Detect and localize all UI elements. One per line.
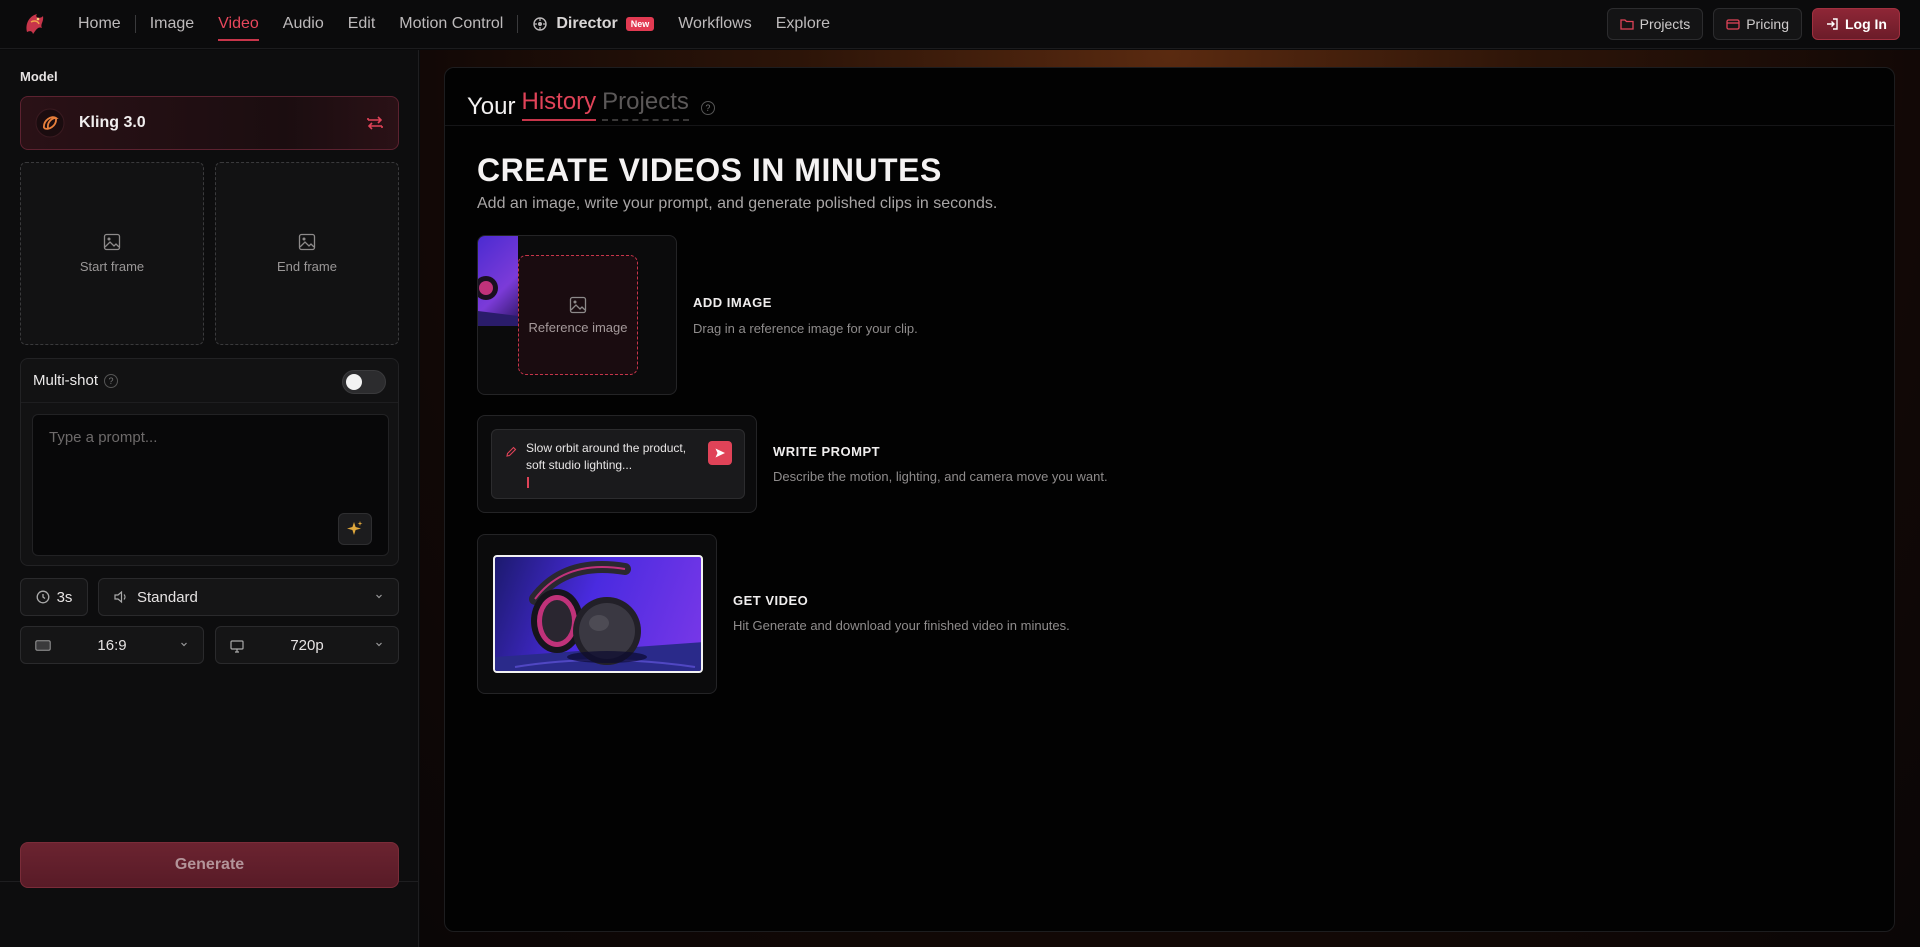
main-panel: Your History Projects ? CREATE VIDEOS IN… (444, 67, 1895, 932)
image-icon (298, 233, 316, 251)
write-prompt-step-card: Slow orbit around the product, soft stud… (477, 415, 757, 513)
nav-edit[interactable]: Edit (336, 0, 388, 49)
login-button-label: Log In (1845, 16, 1887, 32)
video-preview[interactable] (493, 555, 703, 673)
write-prompt-title: WRITE PROMPT (773, 444, 881, 459)
model-name: Kling 3.0 (79, 114, 146, 131)
login-button[interactable]: Log In (1812, 8, 1900, 40)
swap-model-icon[interactable] (364, 112, 386, 134)
top-actions: Projects Pricing Log In (1606, 8, 1900, 40)
example-prompt-text: Slow orbit around the product, soft stud… (526, 440, 686, 488)
speaker-icon (113, 590, 128, 604)
send-button[interactable] (708, 441, 732, 465)
headphones-preview-image (495, 561, 701, 671)
pencil-icon (505, 446, 517, 458)
nav-director[interactable]: Director New (520, 0, 666, 49)
audio-mode-value: Standard (137, 588, 198, 606)
nav-motion-control[interactable]: Motion Control (387, 0, 515, 49)
tab-projects[interactable]: Projects (602, 88, 689, 121)
multishot-header: Multi-shot ? (21, 359, 398, 403)
start-frame-dropzone[interactable]: Start frame (20, 162, 204, 345)
tab-your: Your (467, 93, 516, 120)
multishot-label: Multi-shot (33, 372, 99, 389)
page-title: CREATE VIDEOS IN MINUTES (477, 152, 942, 188)
help-icon[interactable]: ? (104, 373, 119, 388)
projects-button[interactable]: Projects (1606, 8, 1704, 40)
multishot-toggle[interactable] (342, 370, 386, 394)
prompt-input[interactable]: Type a prompt... (32, 414, 389, 556)
example-prompt-line: Slow orbit around the product, (526, 441, 687, 455)
prompt-section: Multi-shot ? Type a prompt... (20, 358, 399, 566)
nav-divider (134, 15, 136, 33)
send-icon (714, 447, 726, 459)
pricing-button-label: Pricing (1746, 16, 1789, 32)
top-navigation-bar: Home Image Video Audio Edit Motion Contr… (0, 0, 1920, 49)
toggle-knob (346, 374, 362, 390)
reference-image-label: Reference image (528, 319, 628, 335)
resolution-value: 720p (290, 636, 324, 654)
enhance-prompt-button[interactable] (338, 513, 372, 545)
chevron-down-icon (374, 591, 384, 601)
chevron-down-icon (374, 639, 384, 649)
image-icon (569, 296, 587, 314)
aspect-ratio-select[interactable]: 16:9 (20, 626, 204, 664)
nav-audio[interactable]: Audio (271, 0, 336, 49)
tab-history[interactable]: History (521, 88, 597, 121)
help-icon[interactable]: ? (700, 101, 715, 115)
clock-icon (36, 590, 50, 604)
aspect-ratio-value: 16:9 (97, 636, 127, 654)
tabs-divider (445, 125, 1894, 126)
add-image-desc: Drag in a reference image for your clip. (693, 321, 918, 336)
nav-divider (517, 15, 519, 33)
get-video-step-card (477, 534, 717, 694)
generate-button[interactable]: Generate (20, 842, 399, 888)
nav-explore[interactable]: Explore (764, 0, 842, 49)
start-frame-label: Start frame (79, 259, 145, 274)
text-cursor (527, 477, 529, 488)
pricing-button[interactable]: Pricing (1713, 8, 1802, 40)
add-image-step-card: Reference image (477, 235, 677, 395)
kling-model-icon (35, 108, 65, 138)
write-prompt-desc: Describe the motion, lighting, and camer… (773, 469, 1108, 484)
resolution-select[interactable]: 720p (215, 626, 399, 664)
add-image-title: ADD IMAGE (693, 295, 772, 310)
new-badge: New (625, 17, 655, 31)
end-frame-label: End frame (277, 259, 337, 274)
aspect-ratio-icon (35, 640, 51, 651)
generation-sidebar: Model Kling 3.0 Start frame End frame Mu… (0, 50, 419, 947)
model-selector[interactable]: Kling 3.0 (20, 96, 399, 150)
audio-mode-select[interactable]: Standard (98, 578, 399, 616)
chevron-down-icon (179, 639, 189, 649)
nav-workflows[interactable]: Workflows (666, 0, 764, 49)
dragon-logo-icon[interactable] (20, 9, 50, 39)
main-nav: Home Image Video Audio Edit Motion Contr… (66, 0, 842, 49)
sparkle-icon (346, 520, 364, 538)
history-tabs: Your History Projects ? (467, 88, 715, 121)
projects-button-label: Projects (1639, 16, 1691, 32)
director-label: Director (556, 15, 618, 32)
nav-home[interactable]: Home (66, 0, 133, 49)
folder-icon (1619, 18, 1634, 30)
get-video-desc: Hit Generate and download your finished … (733, 618, 1070, 633)
director-icon (532, 16, 548, 32)
nav-video[interactable]: Video (206, 0, 271, 49)
login-icon (1825, 17, 1839, 31)
example-prompt-line: soft studio lighting... (526, 458, 633, 472)
monitor-icon (230, 640, 244, 653)
credit-card-icon (1726, 18, 1740, 30)
page-subtitle: Add an image, write your prompt, and gen… (477, 195, 998, 212)
model-label: Model (20, 69, 58, 84)
example-prompt-box: Slow orbit around the product, soft stud… (491, 429, 745, 499)
duration-value: 3s (56, 588, 73, 606)
reference-image-dropzone[interactable]: Reference image (518, 255, 638, 375)
nav-image[interactable]: Image (138, 0, 206, 49)
end-frame-dropzone[interactable]: End frame (215, 162, 399, 345)
duration-select[interactable]: 3s (20, 578, 88, 616)
preview-thumbnail (478, 236, 518, 326)
get-video-title: GET VIDEO (733, 593, 809, 608)
image-icon (103, 233, 121, 251)
